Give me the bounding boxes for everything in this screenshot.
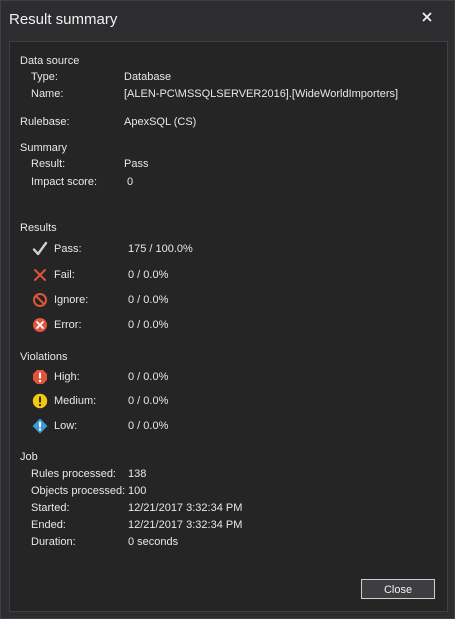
objects-processed-label: Objects processed: — [31, 485, 126, 497]
name-label: Name: — [31, 88, 64, 100]
summary-heading: Summary — [20, 142, 68, 154]
data-source-heading: Data source — [20, 55, 80, 67]
rules-processed-value: 138 — [128, 468, 147, 480]
violations-heading: Violations — [20, 351, 68, 363]
dialog-title: Result summary — [9, 11, 118, 28]
high-value: 0 / 0.0% — [128, 371, 169, 383]
job-heading: Job — [20, 451, 38, 463]
close-icon[interactable] — [420, 10, 434, 24]
title-bar: Result summary — [1, 1, 454, 39]
objects-processed-value: 100 — [128, 485, 147, 497]
duration-label: Duration: — [31, 536, 76, 548]
error-icon — [33, 318, 47, 332]
started-value: 12/21/2017 3:32:34 PM — [128, 502, 243, 514]
error-value: 0 / 0.0% — [128, 319, 169, 331]
type-value: Database — [124, 71, 172, 83]
fail-label: Fail: — [54, 269, 75, 281]
name-value: [ALEN-PC\MSSQLSERVER2016].[WideWorldImpo… — [124, 88, 399, 100]
fail-value: 0 / 0.0% — [128, 269, 169, 281]
high-severity-icon — [33, 370, 47, 384]
rules-processed-label: Rules processed: — [31, 468, 116, 480]
medium-severity-icon — [32, 393, 48, 409]
pass-label: Pass: — [54, 243, 82, 255]
medium-label: Medium: — [54, 395, 97, 407]
result-label: Result: — [31, 158, 66, 170]
close-button[interactable]: Close — [361, 579, 435, 599]
low-label: Low: — [54, 420, 78, 432]
started-label: Started: — [31, 502, 70, 514]
ended-label: Ended: — [31, 519, 66, 531]
result-summary-dialog: Result summary Data source Type: Databas… — [0, 0, 455, 619]
pass-value: 175 / 100.0% — [128, 243, 193, 255]
rulebase-label: Rulebase: — [20, 116, 70, 128]
checkmark-icon — [32, 241, 48, 256]
summary-panel: Data source Type: Database Name: [ALEN-P… — [9, 41, 448, 612]
medium-value: 0 / 0.0% — [128, 395, 169, 407]
duration-value: 0 seconds — [128, 536, 179, 548]
high-label: High: — [54, 371, 80, 383]
results-heading: Results — [20, 222, 57, 234]
rulebase-value: ApexSQL (CS) — [124, 116, 197, 128]
type-label: Type: — [31, 71, 58, 83]
fail-x-icon — [34, 269, 46, 281]
error-label: Error: — [54, 319, 82, 331]
low-severity-icon — [32, 418, 48, 434]
ignore-label: Ignore: — [54, 294, 89, 306]
ignore-icon — [33, 293, 47, 307]
impact-score-value: 0 — [127, 176, 134, 188]
ignore-value: 0 / 0.0% — [128, 294, 169, 306]
low-value: 0 / 0.0% — [128, 420, 169, 432]
ended-value: 12/21/2017 3:32:34 PM — [128, 519, 243, 531]
result-value: Pass — [124, 158, 149, 170]
impact-score-label: Impact score: — [31, 176, 98, 188]
